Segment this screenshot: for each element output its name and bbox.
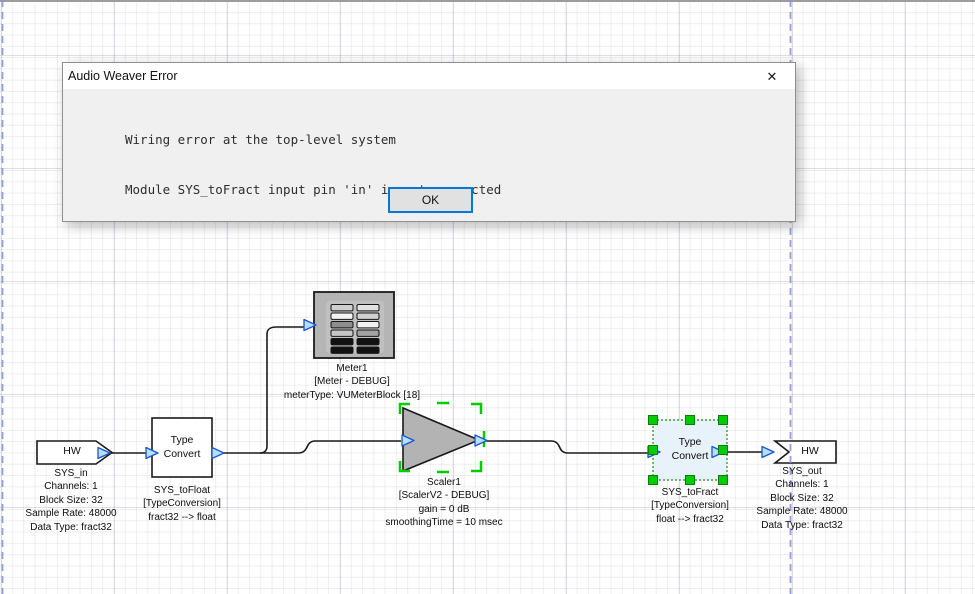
- dialog-titlebar[interactable]: Audio Weaver Error ✕: [63, 63, 795, 89]
- sys-in-labels: SYS_in Channels: 1 Block Size: 32 Sample…: [25, 467, 116, 534]
- schematic-canvas[interactable]: HW HW Type Convert Type Convert SYS_in C…: [0, 0, 975, 594]
- scaler-labels: Scaler1 [ScalerV2 - DEBUG] gain = 0 dB s…: [385, 476, 502, 530]
- node-name: SYS_in: [25, 467, 116, 480]
- tofloat-block-title: Type Convert: [164, 434, 201, 461]
- dialog-title: Audio Weaver Error: [68, 69, 178, 83]
- wire-tofloat-to-scaler[interactable]: [216, 441, 401, 453]
- tofloat-labels: SYS_toFloat [TypeConversion] fract32 -->…: [143, 484, 221, 524]
- vu-meter-icon: [326, 301, 384, 353]
- wire-scaler-to-tofract[interactable]: [486, 441, 650, 453]
- error-dialog: Audio Weaver Error ✕ Wiring error at the…: [62, 62, 796, 222]
- sys-out-hw-label: HW: [801, 445, 819, 457]
- tofloat-output-pin[interactable]: [212, 448, 224, 459]
- ok-button[interactable]: OK: [388, 187, 473, 213]
- node-name: SYS_toFract: [651, 486, 729, 499]
- node-meter1[interactable]: [314, 292, 394, 358]
- sys-out-labels: SYS_out Channels: 1 Block Size: 32 Sampl…: [756, 465, 847, 532]
- sys-out-input-pin[interactable]: [762, 447, 774, 458]
- node-name: Meter1: [284, 362, 420, 375]
- node-scaler1[interactable]: [403, 408, 479, 471]
- close-icon[interactable]: ✕: [761, 67, 783, 87]
- sys-in-hw-label: HW: [63, 445, 81, 457]
- tofract-block-title: Type Convert: [672, 436, 709, 463]
- node-name: Scaler1: [385, 476, 502, 489]
- meter-labels: Meter1 [Meter - DEBUG] meterType: VUMete…: [284, 362, 420, 402]
- tofract-labels: SYS_toFract [TypeConversion] float --> f…: [651, 486, 729, 526]
- node-name: SYS_out: [756, 465, 847, 478]
- node-name: SYS_toFloat: [143, 484, 221, 497]
